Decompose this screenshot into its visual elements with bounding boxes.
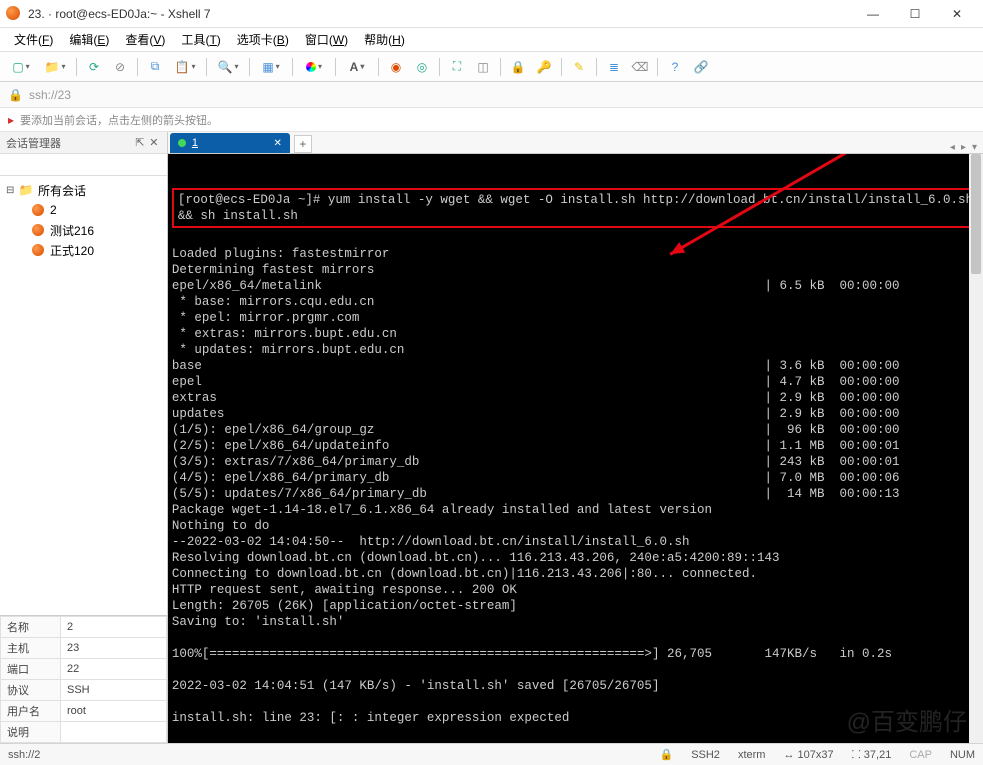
status-bar: ssh://2 🔒 SSH2 xterm ↔ 107x37 ⸬ 37,21 CA… <box>0 743 983 765</box>
window-title: 23. · root@ecs-ED0Ja:~ - Xshell 7 <box>28 7 853 21</box>
ssl-lock-icon: 🔒 <box>8 88 23 102</box>
tab-close-icon[interactable]: ✕ <box>273 138 281 149</box>
sidebar-close-icon[interactable]: ✕ <box>147 136 161 149</box>
tab-strip: 1 ✕ + ◂ ▸ ▾ <box>168 132 983 154</box>
hint-text: 要添加当前会话，点击左侧的箭头按钮。 <box>20 112 218 128</box>
help-icon[interactable]: ? <box>664 56 686 78</box>
folder-icon: 📁 <box>18 182 34 198</box>
size-icon: ↔ <box>783 749 797 761</box>
menu-bar: 文件(F) 编辑(E) 查看(V) 工具(T) 选项卡(B) 窗口(W) 帮助(… <box>0 28 983 52</box>
hint-bar: ▸ 要添加当前会话，点击左侧的箭头按钮。 <box>0 108 983 132</box>
status-dot-icon <box>178 139 186 147</box>
menu-edit[interactable]: 编辑(E) <box>63 29 115 50</box>
session-tree: ⊟ 📁 所有会话 2 测试216 正式120 <box>0 176 167 615</box>
tree-root[interactable]: ⊟ 📁 所有会话 <box>2 180 165 200</box>
status-lock-icon: 🔒 <box>659 748 673 761</box>
terminal-scrollbar[interactable] <box>969 154 983 743</box>
filter-input[interactable] <box>0 154 167 175</box>
tree-root-label: 所有会话 <box>38 182 86 199</box>
xftp-icon[interactable]: ◉ <box>385 56 407 78</box>
session-label: 正式120 <box>50 242 94 259</box>
session-label: 测试216 <box>50 222 94 239</box>
xagent-icon[interactable]: ◎ <box>411 56 433 78</box>
flag-icon[interactable]: ▸ <box>8 113 14 127</box>
fullscreen-icon[interactable]: ⛶ <box>446 56 468 78</box>
tab-next-icon[interactable]: ▸ <box>959 142 968 153</box>
new-session-button[interactable]: ▢ <box>6 56 36 78</box>
terminal[interactable]: [root@ecs-ED0Ja ~]# yum install -y wget … <box>168 154 983 743</box>
tab-add-button[interactable]: + <box>294 135 312 153</box>
menu-help[interactable]: 帮助(H) <box>358 29 411 50</box>
expand-icon[interactable]: ⊟ <box>6 185 18 196</box>
close-button[interactable]: ✕ <box>937 3 977 25</box>
session-item[interactable]: 测试216 <box>2 220 165 240</box>
session-item[interactable]: 2 <box>2 200 165 220</box>
toolbar: ▢ 📁 ⟳ ⊘ ⧉ 📋 🔍 ▦ A ◉ ◎ ⛶ ◫ 🔒 🔑 ✎ ≣ ⌫ ? 🔗 <box>0 52 983 82</box>
main-area: 1 ✕ + ◂ ▸ ▾ [root@ecs-ED0Ja ~]# yum inst… <box>168 132 983 743</box>
clear-icon[interactable]: ⌫ <box>629 56 651 78</box>
status-cap: CAP <box>909 749 932 761</box>
highlight-icon[interactable]: ✎ <box>568 56 590 78</box>
status-ssh: SSH2 <box>691 749 720 761</box>
cursor-icon: ⸬ <box>852 749 864 761</box>
font-icon[interactable]: A <box>342 56 372 78</box>
status-num: NUM <box>950 749 975 761</box>
command-highlight: [root@ecs-ED0Ja ~]# yum install -y wget … <box>172 188 979 228</box>
key-icon[interactable]: 🔑 <box>533 56 555 78</box>
open-folder-button[interactable]: 📁 <box>40 56 70 78</box>
pin-icon[interactable]: ⇱ <box>133 136 147 149</box>
menu-tabs[interactable]: 选项卡(B) <box>231 29 295 50</box>
sidebar-filter[interactable] <box>0 154 167 176</box>
tab-prev-icon[interactable]: ◂ <box>948 142 957 153</box>
status-cursor: 37,21 <box>864 749 892 761</box>
disconnect-icon[interactable]: ⊘ <box>109 56 131 78</box>
sidebar-header: 会话管理器 ⇱ ✕ <box>0 132 167 154</box>
sidebar: 会话管理器 ⇱ ✕ ⊟ 📁 所有会话 2 测试216 正式120 <box>0 132 168 743</box>
menu-tools[interactable]: 工具(T) <box>175 29 226 50</box>
status-address: ssh://2 <box>8 749 40 761</box>
session-icon <box>30 202 46 218</box>
title-bar: 23. · root@ecs-ED0Ja:~ - Xshell 7 — ☐ ✕ <box>0 0 983 28</box>
menu-window[interactable]: 窗口(W) <box>299 29 354 50</box>
app-icon <box>6 6 22 22</box>
session-label: 2 <box>50 203 57 217</box>
transparency-icon[interactable]: ◫ <box>472 56 494 78</box>
status-term: xterm <box>738 749 766 761</box>
address-text: ssh://23 <box>29 88 975 102</box>
layout-icon[interactable]: ▦ <box>256 56 286 78</box>
link-icon[interactable]: 🔗 <box>690 56 712 78</box>
lock-icon[interactable]: 🔒 <box>507 56 529 78</box>
menu-view[interactable]: 查看(V) <box>119 29 171 50</box>
minimize-button[interactable]: — <box>853 3 893 25</box>
search-icon[interactable]: 🔍 <box>213 56 243 78</box>
status-size: 107x37 <box>798 749 834 761</box>
scrollbar-thumb[interactable] <box>971 154 981 274</box>
menu-file[interactable]: 文件(F) <box>8 29 59 50</box>
copy-icon[interactable]: ⧉ <box>144 56 166 78</box>
tab-menu-icon[interactable]: ▾ <box>970 142 979 153</box>
properties-panel: 名称2 主机23 端口22 协议SSH 用户名root 说明 <box>0 615 167 743</box>
tab-active[interactable]: 1 ✕ <box>170 133 290 153</box>
terminal-output: Loaded plugins: fastestmirror Determinin… <box>172 246 979 743</box>
reconnect-icon[interactable]: ⟳ <box>83 56 105 78</box>
sidebar-title: 会话管理器 <box>6 135 133 151</box>
maximize-button[interactable]: ☐ <box>895 3 935 25</box>
session-icon <box>30 242 46 258</box>
session-item[interactable]: 正式120 <box>2 240 165 260</box>
scroll-icon[interactable]: ≣ <box>603 56 625 78</box>
session-icon <box>30 222 46 238</box>
paste-icon[interactable]: 📋 <box>170 56 200 78</box>
tab-label: 1 <box>192 137 268 149</box>
color-icon[interactable] <box>299 56 329 78</box>
address-bar[interactable]: 🔒 ssh://23 <box>0 82 983 108</box>
